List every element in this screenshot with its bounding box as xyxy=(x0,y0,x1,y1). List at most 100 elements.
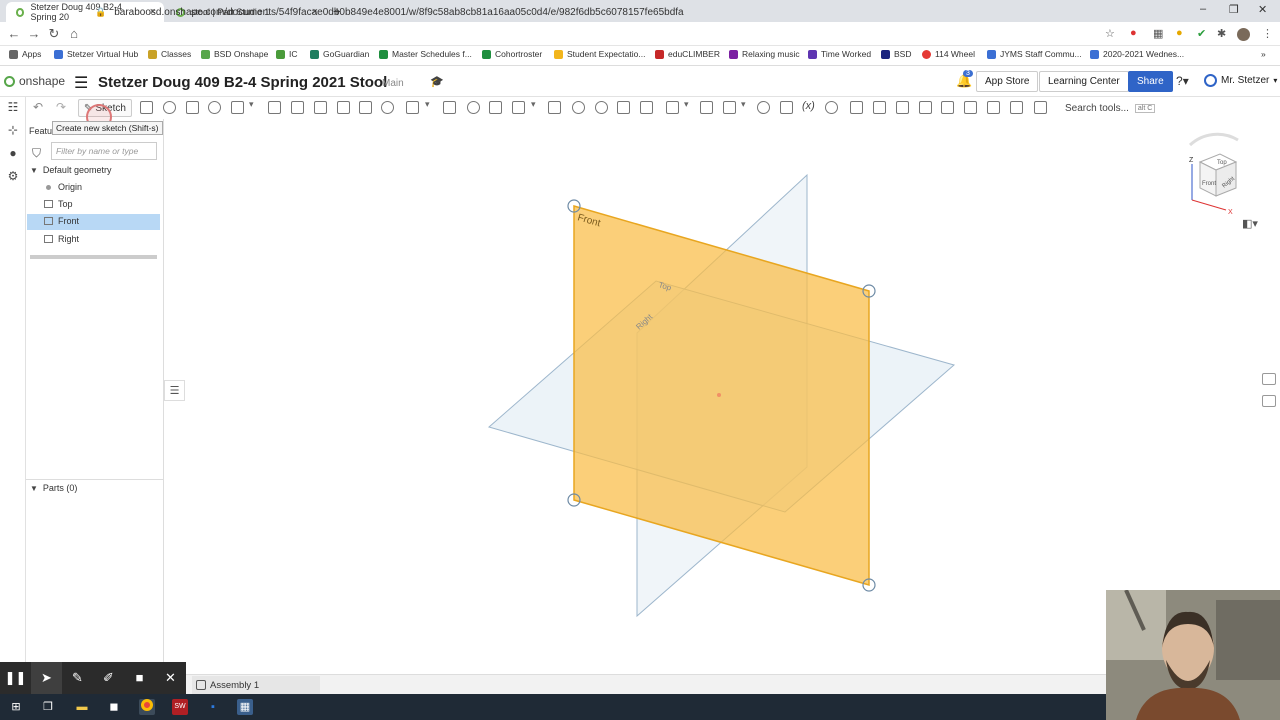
tool-icon[interactable] xyxy=(140,101,153,114)
chrome-icon[interactable] xyxy=(139,699,155,715)
delete-part-icon[interactable] xyxy=(548,101,561,114)
extension-icon[interactable]: ● xyxy=(1130,27,1137,39)
fillet-icon[interactable] xyxy=(268,101,281,114)
form-icon[interactable] xyxy=(941,101,954,114)
tab-assembly[interactable]: Assembly 1 xyxy=(192,676,320,694)
check-extension-icon[interactable]: ✔ xyxy=(1197,27,1206,40)
bookmark[interactable]: 2020-2021 Wednes... xyxy=(1090,49,1184,59)
rib-icon[interactable] xyxy=(337,101,350,114)
windows-start-icon[interactable]: ⊞ xyxy=(8,699,24,715)
bookmark[interactable]: BSD xyxy=(881,49,911,59)
reload-icon[interactable]: ↻ xyxy=(44,26,64,42)
flange-icon[interactable] xyxy=(873,101,886,114)
puzzle-icon[interactable]: ✱ xyxy=(1217,27,1226,40)
url-field[interactable]: 🔒 baraboosd.onshape.com/documents/54f9fa… xyxy=(95,4,1095,21)
configurations-icon[interactable]: ⚙ xyxy=(6,170,20,182)
bookmark[interactable]: BSD Onshape xyxy=(201,49,268,59)
bookmark[interactable]: GoGuardian xyxy=(310,49,369,59)
appearance-panel-icon[interactable] xyxy=(1262,373,1276,385)
search-tools-input[interactable]: Search tools... alt C xyxy=(1060,99,1156,117)
grid-extension-icon[interactable]: ▦ xyxy=(1153,27,1163,40)
chevron-down-icon[interactable]: ▼ xyxy=(30,166,38,175)
tab-icon[interactable] xyxy=(896,101,909,114)
replace-face-icon[interactable] xyxy=(617,101,630,114)
graduation-cap-icon[interactable]: 🎓 xyxy=(430,75,444,88)
window-close-icon[interactable]: ✕ xyxy=(1258,3,1267,16)
back-icon[interactable]: ← xyxy=(4,26,24,41)
forward-icon[interactable]: → xyxy=(24,26,44,41)
origin-point[interactable] xyxy=(717,393,721,397)
bookmark[interactable]: Student Expectatio... xyxy=(554,49,645,59)
collapse-panel-icon[interactable]: ☰ xyxy=(164,380,185,401)
restore-icon[interactable]: ❐ xyxy=(1229,3,1239,16)
dropdown-icon[interactable] xyxy=(684,99,692,114)
star-icon[interactable]: ☆ xyxy=(1105,27,1115,40)
draft-icon[interactable] xyxy=(314,101,327,114)
insert-icon[interactable]: ⊹ xyxy=(6,124,20,136)
bookmark[interactable]: Time Worked xyxy=(808,49,871,59)
helix-icon[interactable] xyxy=(723,101,736,114)
filter-icon[interactable]: ⛉ xyxy=(32,146,41,161)
bookmark[interactable]: IC xyxy=(276,49,298,59)
undo-icon[interactable]: ↶ xyxy=(33,100,43,114)
horizontal-scrollbar[interactable] xyxy=(30,255,157,259)
hole-icon[interactable] xyxy=(381,101,394,114)
home-icon[interactable]: ⌂ xyxy=(64,26,84,41)
bookmark[interactable]: Relaxing music xyxy=(729,49,800,59)
user-menu[interactable]: Mr. Stetzer ▾ xyxy=(1204,74,1277,87)
offset-surface-icon[interactable] xyxy=(640,101,653,114)
pause-icon[interactable]: ❚❚ xyxy=(0,662,31,694)
bend-relief-icon[interactable] xyxy=(987,101,1000,114)
dropdown-icon[interactable] xyxy=(531,99,539,114)
view-options-icon[interactable]: ◧▾ xyxy=(1242,217,1258,230)
loft-icon[interactable] xyxy=(231,101,244,114)
plane-icon[interactable] xyxy=(666,101,679,114)
revolve-icon[interactable] xyxy=(186,101,199,114)
measure-icon[interactable] xyxy=(757,101,770,114)
view-cube[interactable]: Top Front Right Z X xyxy=(1168,130,1258,220)
close-icon[interactable]: ✕ xyxy=(155,662,186,694)
corner-icon[interactable] xyxy=(964,101,977,114)
move-face-icon[interactable] xyxy=(595,101,608,114)
minimize-icon[interactable]: – xyxy=(1200,3,1206,15)
hamburger-menu-icon[interactable]: ☰ xyxy=(74,73,88,93)
variable-icon[interactable]: (x) xyxy=(802,100,815,112)
view-rotate-arc[interactable] xyxy=(1188,132,1239,147)
bookmarks-more[interactable]: » xyxy=(1261,49,1266,59)
branch-label[interactable]: Main xyxy=(382,78,404,89)
bookmark[interactable]: JYMS Staff Commu... xyxy=(987,49,1082,59)
transform-icon[interactable] xyxy=(512,101,525,114)
solidworks-icon[interactable]: SW xyxy=(172,699,188,715)
sheet-metal-icon[interactable] xyxy=(850,101,863,114)
document-title[interactable]: Stetzer Doug 409 B2-4 Spring 2021 Stool xyxy=(98,74,387,91)
feature-list-icon[interactable]: ☷ xyxy=(6,101,20,113)
panel-divider[interactable] xyxy=(26,479,163,480)
tree-item-top[interactable]: Top xyxy=(44,199,73,209)
tree-group-default-geometry[interactable]: ▼ Default geometry xyxy=(30,165,111,175)
part-studio-icon[interactable] xyxy=(825,101,838,114)
bookmark[interactable]: Master Schedules f... xyxy=(379,49,472,59)
mass-properties-icon[interactable] xyxy=(1262,395,1276,407)
bend-icon[interactable] xyxy=(919,101,932,114)
boolean-icon[interactable] xyxy=(467,101,480,114)
extrude-icon[interactable] xyxy=(163,101,176,114)
bookmark[interactable]: eduCLIMBER xyxy=(655,49,720,59)
camera-icon[interactable]: ■ xyxy=(124,662,155,694)
file-explorer-icon[interactable]: ▬ xyxy=(74,699,90,715)
dropdown-icon[interactable] xyxy=(249,99,257,114)
bookmark[interactable]: Cohortroster xyxy=(482,49,542,59)
finish-sheet-metal-icon[interactable] xyxy=(1010,101,1023,114)
learning-center-button[interactable]: Learning Center xyxy=(1039,71,1129,92)
app-store-button[interactable]: App Store xyxy=(976,71,1039,92)
extension-icon[interactable]: ● xyxy=(1176,27,1183,39)
help-icon[interactable]: ?▾ xyxy=(1176,74,1189,88)
pattern-icon[interactable] xyxy=(406,101,419,114)
tree-item-right[interactable]: Right xyxy=(44,234,79,244)
pointer-icon[interactable]: ➤ xyxy=(31,662,62,694)
sweep-icon[interactable] xyxy=(208,101,221,114)
profile-avatar[interactable] xyxy=(1237,28,1250,41)
redo-icon[interactable]: ↷ xyxy=(56,100,66,114)
split-icon[interactable] xyxy=(489,101,502,114)
filter-input[interactable]: Filter by name or type xyxy=(51,142,157,160)
app-icon[interactable]: ▪ xyxy=(205,699,221,715)
